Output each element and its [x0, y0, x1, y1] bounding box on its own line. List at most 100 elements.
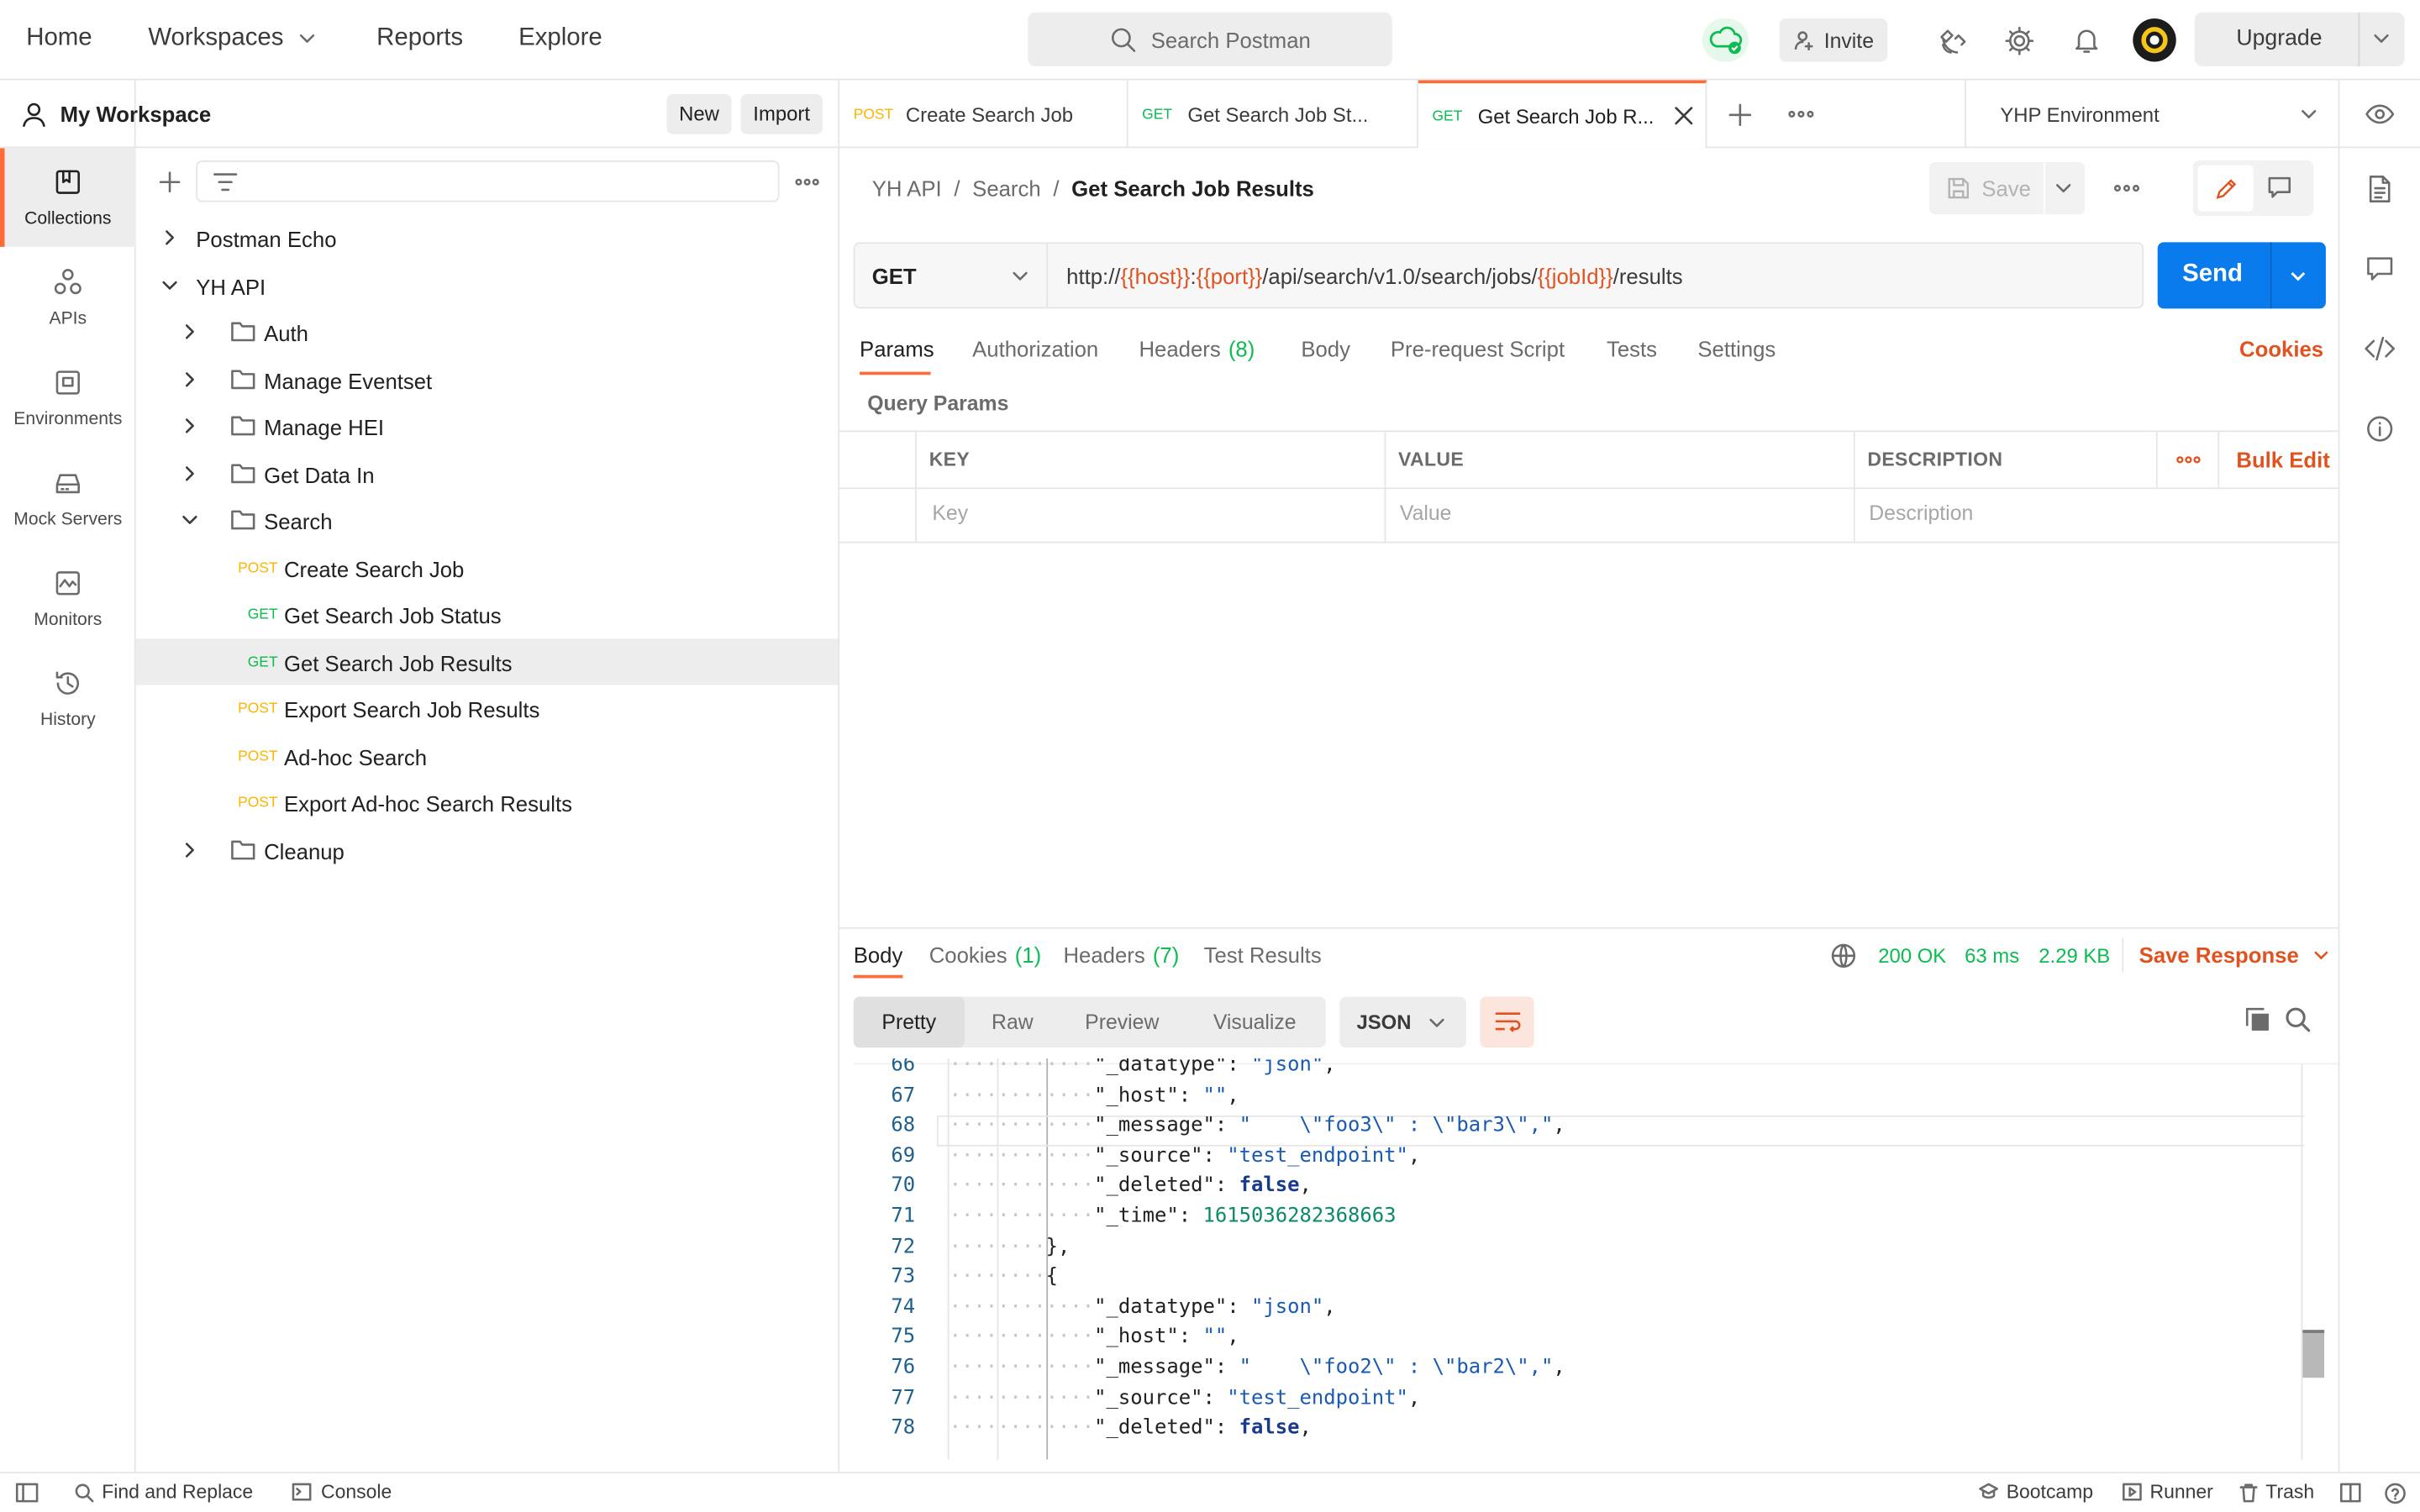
tree-folder-search[interactable]: Search — [136, 496, 840, 543]
tab-get-search-job-results[interactable]: GET Get Search Job R... — [1418, 80, 1707, 149]
wrap-lines-button[interactable] — [1480, 996, 1534, 1048]
chevron-down-icon[interactable] — [181, 511, 199, 529]
rail-apis[interactable]: APIs — [0, 249, 136, 348]
edit-mode-button[interactable] — [2197, 165, 2254, 212]
comment-icon[interactable] — [2267, 176, 2291, 199]
chevron-right-icon[interactable] — [181, 417, 199, 435]
new-tab-plus-icon[interactable] — [1728, 103, 1752, 127]
rail-monitors[interactable]: Monitors — [0, 549, 136, 648]
rail-mock-servers[interactable]: Mock Servers — [0, 449, 136, 548]
rail-collections[interactable]: Collections — [0, 148, 136, 247]
chevron-right-icon[interactable] — [160, 228, 179, 247]
chevron-down-icon[interactable] — [160, 276, 179, 295]
response-time[interactable]: 63 ms — [1965, 944, 2019, 968]
tree-folder-cleanup[interactable]: Cleanup — [136, 827, 840, 873]
plus-icon[interactable] — [157, 170, 182, 194]
scrollbar-track[interactable] — [2301, 1064, 2303, 1460]
runner-button[interactable]: Runner — [2122, 1481, 2213, 1503]
value-input[interactable]: Value — [1400, 501, 1452, 525]
tree-folder-get-data-in[interactable]: Get Data In — [136, 450, 840, 496]
more-tabs-icon[interactable] — [1787, 105, 1815, 123]
breadcrumb-folder[interactable]: Search — [972, 176, 1040, 200]
search-icon[interactable] — [2284, 1006, 2312, 1034]
close-icon[interactable] — [1672, 105, 1694, 127]
view-visualize[interactable]: Visualize — [1184, 997, 1326, 1048]
tab-body[interactable]: Body — [1301, 336, 1350, 360]
workspace-title[interactable]: My Workspace — [60, 102, 212, 126]
key-input[interactable]: Key — [932, 501, 968, 525]
chevron-right-icon[interactable] — [181, 370, 199, 389]
tree-request-export-ad-hoc-search-results[interactable]: POST Export Ad-hoc Search Results — [136, 780, 840, 826]
view-preview[interactable]: Preview — [1060, 997, 1184, 1048]
tab-get-search-job-status[interactable]: GET Get Search Job St... — [1128, 80, 1418, 149]
cookies-link[interactable]: Cookies — [2239, 336, 2323, 360]
help-icon[interactable] — [2385, 1483, 2407, 1504]
new-button[interactable]: New — [666, 94, 732, 134]
tab-authorization[interactable]: Authorization — [972, 336, 1098, 360]
more-options-icon[interactable] — [795, 171, 819, 193]
more-options-icon[interactable] — [2176, 450, 2201, 469]
nav-workspaces[interactable]: Workspaces — [148, 24, 318, 52]
nav-explore[interactable]: Explore — [518, 24, 602, 52]
response-status[interactable]: 200 OK — [1878, 944, 1946, 968]
response-tab-body[interactable]: Body — [854, 942, 903, 967]
tree-folder-auth[interactable]: Auth — [136, 308, 840, 354]
tree-request-export-search-job-results[interactable]: POST Export Search Job Results — [136, 685, 840, 731]
tree-collection-yh-api[interactable]: YH API — [136, 262, 840, 308]
tab-pre-request-script[interactable]: Pre-request Script — [1391, 336, 1565, 360]
eye-icon[interactable] — [2365, 102, 2396, 126]
chevron-right-icon[interactable] — [181, 841, 199, 859]
tree-folder-manage-hei[interactable]: Manage HEI — [136, 402, 840, 449]
avatar[interactable] — [2133, 18, 2176, 62]
settings-gear-icon[interactable] — [2003, 24, 2036, 57]
url-input[interactable]: http://{{host}}: {{port}}/api/search/v1.0… — [1066, 244, 1682, 307]
response-tab-test-results[interactable]: Test Results — [1204, 942, 1322, 967]
two-pane-view-icon[interactable] — [2339, 1483, 2361, 1503]
find-and-replace-button[interactable]: Find and Replace — [74, 1481, 253, 1503]
response-body-code[interactable]: 66 ············"_datatype": "json", 67 ····… — [854, 1058, 2305, 1460]
description-input[interactable]: Description — [1869, 501, 1973, 525]
chevron-right-icon[interactable] — [181, 465, 199, 483]
chevron-right-icon[interactable] — [181, 323, 199, 341]
view-pretty[interactable]: Pretty — [853, 996, 965, 1048]
response-tab-headers[interactable]: Headers (7) — [1063, 942, 1179, 967]
save-response-button[interactable]: Save Response — [2139, 942, 2330, 968]
toggle-sidebar-icon[interactable] — [15, 1483, 39, 1503]
more-options-icon[interactable] — [2112, 179, 2140, 197]
import-button[interactable]: Import — [740, 94, 823, 134]
chevron-down-icon[interactable] — [2370, 28, 2392, 50]
tab-headers[interactable]: Headers (8) — [1139, 336, 1255, 360]
notifications-bell-icon[interactable] — [2071, 24, 2102, 55]
tree-request-ad-hoc-search[interactable]: POST Ad-hoc Search — [136, 732, 840, 779]
global-search[interactable]: Search Postman — [1028, 12, 1392, 66]
save-button[interactable]: Save — [1929, 162, 2044, 214]
tree-folder-manage-eventset[interactable]: Manage Eventset — [136, 356, 840, 402]
bootcamp-button[interactable]: Bootcamp — [1979, 1481, 2093, 1503]
sidebar-divider[interactable] — [838, 80, 840, 1473]
nav-home[interactable]: Home — [26, 24, 92, 52]
scrollbar-thumb[interactable] — [2302, 1330, 2325, 1378]
trash-button[interactable]: Trash — [2239, 1481, 2314, 1503]
breadcrumb-request[interactable]: Get Search Job Results — [1071, 176, 1314, 200]
tree-collection-postman-echo[interactable]: Postman Echo — [136, 214, 840, 260]
invite-button[interactable]: Invite — [1779, 18, 1888, 62]
tree-request-create-search-job[interactable]: POST Create Search Job — [136, 544, 840, 591]
rail-environments[interactable]: Environments — [0, 349, 136, 448]
chevron-down-icon[interactable] — [2287, 265, 2309, 287]
upgrade-button[interactable]: Upgrade — [2194, 12, 2405, 66]
bulk-edit-link[interactable]: Bulk Edit — [2236, 448, 2329, 472]
info-icon[interactable] — [2366, 415, 2394, 443]
send-button[interactable]: Send — [2182, 260, 2243, 288]
chevron-down-icon[interactable] — [2053, 177, 2075, 199]
tab-tests[interactable]: Tests — [1607, 336, 1657, 360]
documentation-icon[interactable] — [2367, 175, 2391, 204]
tree-request-get-search-job-status[interactable]: GET Get Search Job Status — [136, 591, 840, 637]
rail-history[interactable]: History — [0, 649, 136, 748]
environment-selector[interactable]: YHP Environment — [1966, 81, 2337, 149]
tree-request-get-search-job-results[interactable]: GET Get Search Job Results — [135, 638, 840, 685]
view-raw[interactable]: Raw — [965, 997, 1060, 1048]
response-tab-cookies[interactable]: Cookies (1) — [929, 942, 1042, 967]
comments-icon[interactable] — [2366, 256, 2394, 282]
breadcrumb-collection[interactable]: YH API — [872, 176, 942, 200]
code-snippet-icon[interactable] — [2365, 336, 2396, 361]
